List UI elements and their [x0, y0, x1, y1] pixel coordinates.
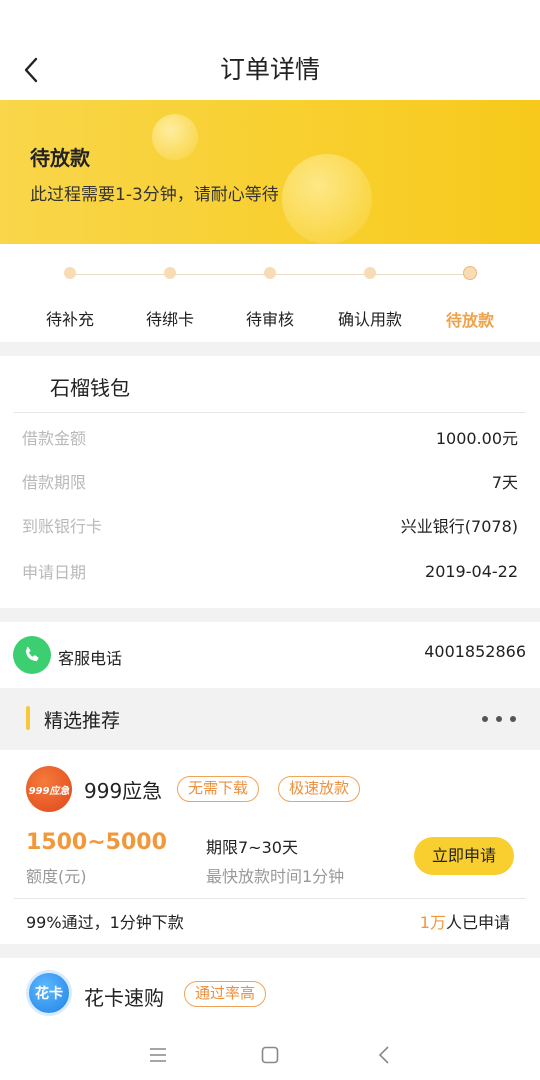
section-gap — [0, 342, 540, 356]
recommend-header: 精选推荐 — [0, 688, 540, 750]
status-banner: 待放款 此过程需要1-3分钟，请耐心等待 — [0, 100, 540, 244]
step-item: 待审核 — [220, 266, 320, 330]
step-dot-current — [463, 266, 477, 280]
customer-service-row[interactable]: 客服电话 4001852866 — [0, 622, 540, 688]
system-nav-bar — [0, 1030, 540, 1080]
service-label: 客服电话 — [58, 649, 123, 668]
applied-suffix: 人已申请 — [445, 913, 510, 932]
status-description: 此过程需要1-3分钟，请耐心等待 — [30, 185, 279, 205]
amount-label: 额度(元) — [26, 867, 87, 886]
step-item-current: 待放款 — [420, 266, 520, 331]
service-phone-number[interactable]: 4001852866 — [424, 642, 526, 661]
dot-icon — [510, 716, 516, 722]
dot-icon — [482, 716, 488, 722]
step-item: 待补充 — [20, 266, 120, 330]
feature-tag: 极速放款 — [278, 776, 361, 802]
more-options-button[interactable] — [482, 712, 516, 726]
loan-speed: 最快放款时间1分钟 — [206, 867, 345, 886]
decor-bubble — [152, 114, 198, 160]
detail-row: 申请日期 2019-04-22 — [22, 559, 518, 583]
applied-count: 1万人已申请 — [420, 909, 510, 933]
phone-icon — [13, 636, 51, 674]
divider — [14, 898, 526, 899]
detail-label: 借款期限 — [22, 473, 87, 492]
detail-row: 借款期限 7天 — [22, 469, 518, 493]
divider — [14, 412, 526, 413]
back-nav-button[interactable] — [364, 1038, 404, 1072]
home-nav-button[interactable] — [250, 1038, 290, 1072]
recommend-card[interactable]: 999应急 999应急 无需下载 极速放款 1500~5000 额度(元) 期限… — [0, 750, 540, 944]
page-title: 订单详情 — [219, 55, 320, 84]
menu-nav-button[interactable] — [138, 1038, 178, 1072]
accent-bar — [26, 706, 30, 730]
square-icon — [261, 1046, 279, 1064]
step-label-current: 待放款 — [445, 311, 494, 330]
loan-term: 期限7~30天 — [206, 838, 298, 857]
product-name: 石榴钱包 — [50, 376, 130, 400]
detail-value: 2019-04-22 — [425, 561, 518, 581]
step-item: 确认用款 — [320, 266, 420, 330]
detail-label: 申请日期 — [22, 563, 87, 582]
step-dot — [164, 267, 176, 279]
detail-label: 到账银行卡 — [22, 517, 103, 536]
detail-row: 借款金额 1000.00元 — [22, 425, 518, 449]
progress-steps: 待补充 待绑卡 待审核 确认用款 待放款 — [0, 244, 540, 342]
menu-icon — [150, 1048, 166, 1062]
step-item: 待绑卡 — [120, 266, 220, 330]
section-gap — [0, 944, 540, 958]
step-dot — [264, 267, 276, 279]
app-name: 999应急 — [84, 779, 163, 803]
header: 订单详情 — [0, 0, 540, 100]
detail-row: 到账银行卡 兴业银行(7078) — [22, 513, 518, 537]
step-label: 确认用款 — [337, 310, 402, 329]
chevron-left-icon — [378, 1046, 389, 1064]
detail-value: 兴业银行(7078) — [400, 517, 518, 536]
detail-label: 借款金额 — [22, 429, 87, 448]
detail-value: 1000.00元 — [435, 429, 518, 448]
feature-tag: 无需下载 — [177, 776, 260, 802]
step-dot — [364, 267, 376, 279]
loan-details-card: 石榴钱包 借款金额 1000.00元 借款期限 7天 到账银行卡 兴业银行(70… — [0, 356, 540, 608]
recommend-title: 精选推荐 — [44, 710, 121, 732]
app-logo: 花卡 — [26, 970, 72, 1016]
applied-number: 1万 — [419, 913, 446, 932]
detail-value: 7天 — [491, 473, 518, 492]
dot-icon — [496, 716, 502, 722]
recommend-card[interactable]: 花卡 花卡速购 通过率高 — [0, 958, 540, 1030]
loan-amount: 1500~5000 — [26, 830, 167, 855]
status-title: 待放款 — [30, 146, 90, 170]
app-name: 花卡速购 — [84, 986, 164, 1010]
decor-bubble — [282, 154, 372, 244]
section-gap — [0, 608, 540, 622]
app-logo: 999应急 — [26, 766, 72, 812]
apply-button[interactable]: 立即申请 — [414, 837, 514, 875]
pass-rate-text: 99%通过，1分钟下款 — [26, 913, 184, 932]
step-label: 待审核 — [245, 310, 294, 329]
feature-tag: 通过率高 — [184, 981, 267, 1007]
step-label: 待补充 — [45, 310, 94, 329]
step-label: 待绑卡 — [145, 310, 194, 329]
step-dot — [64, 267, 76, 279]
